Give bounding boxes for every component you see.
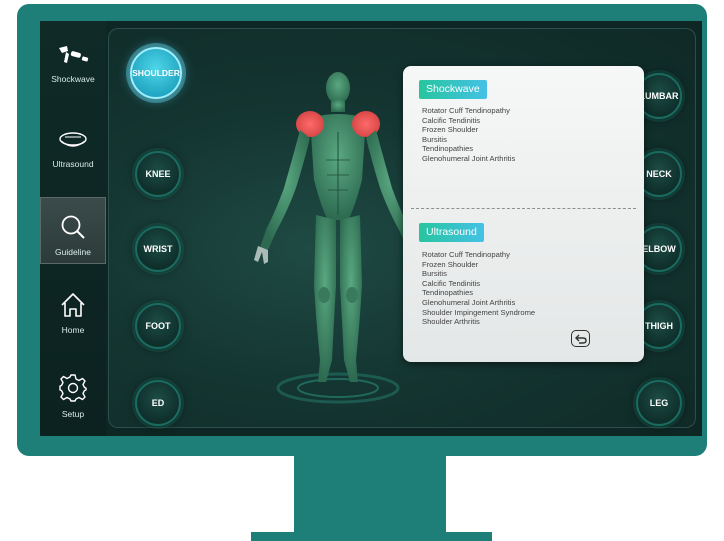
part-button-leg[interactable]: LEG [636, 380, 682, 426]
indication-item: Frozen Shoulder [422, 259, 479, 269]
screen: Shockwave Ultrasound Guideline Home Setu… [40, 21, 702, 436]
magnifier-icon [61, 215, 85, 239]
sidebar-item-label: Setup [61, 409, 85, 419]
indication-item: Calcific Tendinitis [422, 278, 481, 288]
gear-icon [59, 374, 87, 402]
part-label: WRIST [143, 244, 173, 254]
shockwave-gun-icon [59, 46, 89, 63]
return-arrow-icon [574, 334, 587, 344]
part-label: NECK [646, 169, 672, 179]
indication-item: Calcific Tendinitis [422, 115, 481, 125]
divider [411, 208, 636, 209]
shockwave-tag: Shockwave [419, 80, 487, 99]
monitor-stand-base [251, 532, 492, 541]
part-button-foot[interactable]: FOOT [135, 303, 181, 349]
part-label: LUMBAR [639, 91, 679, 101]
back-button[interactable] [571, 330, 590, 347]
indication-item: Shoulder Impingement Syndrome [422, 307, 536, 317]
shockwave-indications-list: Rotator Cuff Tendinopathy Calcific Tendin… [422, 106, 515, 164]
indication-item: Rotator Cuff Tendinopathy [422, 250, 510, 259]
indication-item: Tendinopathies [422, 288, 474, 298]
part-button-knee[interactable]: KNEE [135, 151, 181, 197]
part-label: ELBOW [642, 244, 676, 254]
part-button-shoulder[interactable]: SHOULDER [130, 47, 182, 99]
part-button-wrist[interactable]: WRIST [135, 226, 181, 272]
indication-item: Glenohumeral Joint Arthritis [422, 297, 516, 307]
sidebar: Shockwave Ultrasound Guideline Home Setu… [40, 21, 106, 436]
indications-popup: Shockwave Rotator Cuff Tendinopathy Calci… [403, 66, 644, 362]
home-icon [61, 293, 85, 317]
sidebar-item-home[interactable]: Home [40, 277, 106, 341]
part-label: THIGH [645, 321, 673, 331]
sidebar-item-label: Guideline [55, 247, 91, 257]
sidebar-item-ultrasound[interactable]: Ultrasound [40, 111, 106, 175]
sidebar-item-guideline[interactable]: Guideline [40, 197, 106, 264]
part-label: FOOT [145, 321, 171, 331]
main-panel: SHOULDER KNEE WRIST FOOT ED LUMBAR NECK … [108, 28, 696, 428]
monitor-stand-neck [294, 456, 446, 534]
sidebar-item-shockwave[interactable]: Shockwave [40, 26, 106, 90]
sidebar-item-setup[interactable]: Setup [40, 361, 106, 425]
part-label: ED [151, 398, 165, 408]
sidebar-item-label: Home [61, 325, 85, 335]
part-label: SHOULDER [132, 68, 180, 78]
sidebar-item-label: Shockwave [51, 74, 95, 84]
indication-item: Glenohumeral Joint Arthritis [422, 153, 516, 163]
indication-item: Bursitis [422, 134, 447, 144]
part-label: LEG [649, 398, 669, 408]
ultrasound-tag: Ultrasound [419, 223, 484, 242]
part-button-ed[interactable]: ED [135, 380, 181, 426]
indication-item: Rotator Cuff Tendinopathy [422, 106, 510, 115]
indication-item: Shoulder Arthritis [422, 317, 480, 327]
ultrasound-probe-icon [59, 132, 87, 147]
sidebar-item-label: Ultrasound [52, 159, 94, 169]
indication-item: Bursitis [422, 269, 447, 279]
indication-item: Tendinopathies [422, 144, 474, 154]
ultrasound-indications-list: Rotator Cuff Tendinopathy Frozen Shoulder… [422, 250, 535, 327]
indication-item: Frozen Shoulder [422, 125, 479, 135]
part-label: KNEE [145, 169, 171, 179]
